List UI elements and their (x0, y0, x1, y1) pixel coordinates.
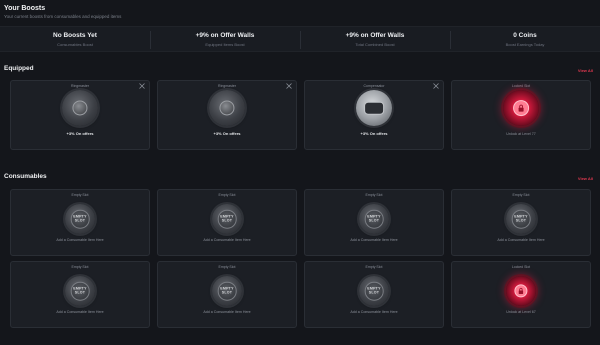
consumable-slot-5[interactable]: Empty Slot EMPTY SLOT Add a Consumable It… (10, 261, 150, 328)
slot-hint: Add a Consumable Item Here (56, 238, 104, 242)
stat-value: +9% on Offer Walls (345, 32, 405, 39)
stat-total-boost: +9% on Offer Walls Total Combined Boost (300, 27, 450, 51)
consumable-slot-locked[interactable]: Locked Slot Unlock at Level 67 (451, 261, 591, 328)
unlock-requirement: Unlock at Level 77 (506, 132, 536, 136)
slot-caption: Empty Slot (218, 265, 236, 269)
stat-earnings-today: 0 Coins Boost Earnings Today (450, 27, 600, 51)
slot-hint: Add a Consumable Item Here (203, 310, 251, 314)
stat-label: Equipped Items Boost (205, 42, 245, 47)
unlock-requirement: Unlock at Level 67 (506, 310, 536, 314)
slot-hint: Add a Consumable Item Here (56, 310, 104, 314)
consumable-slot-4[interactable]: Empty Slot EMPTY SLOT Add a Consumable It… (451, 189, 591, 256)
item-name: Ringmaster (218, 84, 236, 88)
empty-slot-icon: EMPTY SLOT (506, 204, 536, 234)
consumables-grid: Empty Slot EMPTY SLOT Add a Consumable It… (10, 189, 592, 328)
slot-caption: Empty Slot (218, 193, 236, 197)
item-name: Locked Slot (511, 84, 531, 88)
stat-label: Consumables Boost (57, 42, 93, 47)
stats-bar: No Boosts Yet Consumables Boost +9% on O… (0, 26, 600, 52)
item-boost: +3% On offers (360, 131, 388, 136)
stat-label: Total Combined Boost (355, 42, 395, 47)
empty-slot-icon: EMPTY SLOT (212, 204, 242, 234)
slot-caption: Empty Slot (71, 193, 89, 197)
empty-slot-icon: EMPTY SLOT (65, 276, 95, 306)
slot-caption: Empty Slot (365, 193, 383, 197)
empty-slot-icon: EMPTY SLOT (65, 204, 95, 234)
page-subtitle: Your current boosts from consumables and… (4, 14, 122, 19)
consumable-slot-1[interactable]: Empty Slot EMPTY SLOT Add a Consumable It… (10, 189, 150, 256)
item-boost: +3% On offers (66, 131, 94, 136)
consumables-view-all-link[interactable]: View All (578, 176, 593, 181)
stat-consumables-boost: No Boosts Yet Consumables Boost (0, 27, 150, 51)
unequip-close-icon[interactable] (139, 83, 145, 89)
equipped-grid: Ringmaster +3% On offers Ringmaster +3% … (10, 80, 592, 150)
dark-ring-disc-icon (209, 90, 245, 126)
slot-hint: Add a Consumable Item Here (203, 238, 251, 242)
empty-slot-icon: EMPTY SLOT (359, 276, 389, 306)
equipped-slot-3[interactable]: Compensator +3% On offers (304, 80, 444, 150)
slot-caption: Empty Slot (365, 265, 383, 269)
slot-hint: Add a Consumable Item Here (497, 238, 545, 242)
stat-value: +9% on Offer Walls (195, 32, 255, 39)
slot-caption: Empty Slot (512, 193, 530, 197)
equipped-view-all-link[interactable]: View All (578, 68, 593, 73)
consumable-slot-2[interactable]: Empty Slot EMPTY SLOT Add a Consumable It… (157, 189, 297, 256)
empty-slot-icon: EMPTY SLOT (212, 276, 242, 306)
unequip-close-icon[interactable] (286, 83, 292, 89)
slot-caption: Locked Slot (511, 265, 531, 269)
lock-icon (503, 90, 539, 126)
slot-caption: Empty Slot (71, 265, 89, 269)
silver-device-icon (356, 90, 392, 126)
equipped-slot-1[interactable]: Ringmaster +3% On offers (10, 80, 150, 150)
equipped-slot-2[interactable]: Ringmaster +3% On offers (157, 80, 297, 150)
dark-ring-disc-icon (62, 90, 98, 126)
consumables-title: Consumables (4, 173, 47, 180)
slot-hint: Add a Consumable Item Here (350, 238, 398, 242)
empty-slot-icon: EMPTY SLOT (359, 204, 389, 234)
lock-icon (506, 276, 536, 306)
unequip-close-icon[interactable] (433, 83, 439, 89)
item-name: Ringmaster (71, 84, 89, 88)
stat-equipped-boost: +9% on Offer Walls Equipped Items Boost (150, 27, 300, 51)
stat-label: Boost Earnings Today (505, 42, 545, 47)
stat-value: No Boosts Yet (53, 32, 97, 39)
equipped-title: Equipped (4, 65, 34, 72)
page-title: Your Boosts (4, 5, 46, 12)
stat-value: 0 Coins (513, 32, 537, 39)
item-name: Compensator (363, 84, 385, 88)
consumable-slot-3[interactable]: Empty Slot EMPTY SLOT Add a Consumable It… (304, 189, 444, 256)
page-header: Your Boosts Your current boosts from con… (0, 0, 600, 26)
consumable-slot-7[interactable]: Empty Slot EMPTY SLOT Add a Consumable It… (304, 261, 444, 328)
slot-hint: Add a Consumable Item Here (350, 310, 398, 314)
item-boost: +3% On offers (213, 131, 241, 136)
consumable-slot-6[interactable]: Empty Slot EMPTY SLOT Add a Consumable It… (157, 261, 297, 328)
equipped-slot-locked[interactable]: Locked Slot Unlock at Level 77 (451, 80, 591, 150)
